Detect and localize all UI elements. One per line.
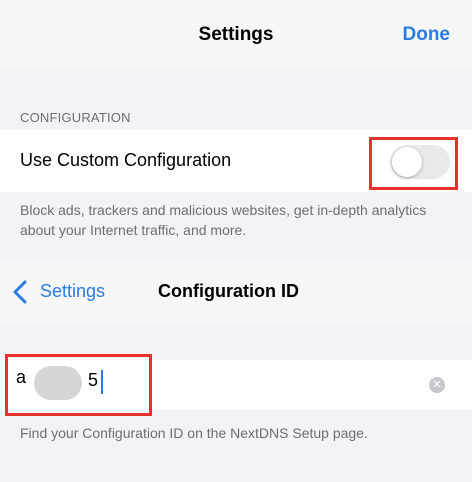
settings-title: Settings <box>198 24 274 45</box>
custom-config-label: Use Custom Configuration <box>20 150 232 170</box>
chevron-left-icon[interactable] <box>12 279 28 310</box>
configuration-section-header: CONFIGURATION <box>20 110 131 125</box>
config-id-title: Configuration ID <box>158 281 299 301</box>
toggle-highlight-box <box>369 137 458 190</box>
done-button[interactable]: Done <box>403 24 451 46</box>
input-highlight-box <box>5 354 152 416</box>
configuration-footer: Block ads, trackers and malicious websit… <box>20 202 427 238</box>
config-id-footer: Find your Configuration ID on the NextDN… <box>20 425 368 441</box>
clear-icon[interactable]: ✕ <box>429 377 445 393</box>
back-button[interactable]: Settings <box>40 281 105 302</box>
